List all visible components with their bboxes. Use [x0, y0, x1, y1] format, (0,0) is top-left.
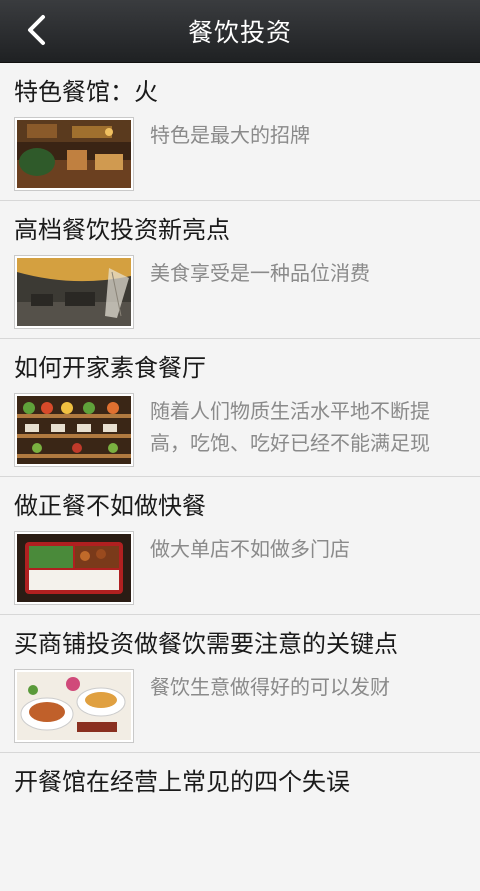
bento-box-image	[14, 531, 134, 605]
chevron-left-icon	[28, 15, 45, 45]
list-item[interactable]: 开餐馆在经营上常见的四个失误	[0, 753, 480, 891]
dishes-image	[14, 669, 134, 743]
article-summary: 美食享受是一种品位消费	[150, 261, 370, 285]
article-title: 开餐馆在经营上常见的四个失误	[14, 768, 350, 796]
back-button[interactable]	[18, 12, 54, 48]
list-item[interactable]: 做正餐不如做快餐 做大单店不如做多门店	[0, 477, 480, 615]
article-summary: 特色是最大的招牌	[150, 123, 310, 147]
top-bar: 餐饮投资	[0, 0, 480, 63]
list-item[interactable]: 高档餐饮投资新亮点 美食享受是一种品位消费	[0, 201, 480, 339]
list-item[interactable]: 买商铺投资做餐饮需要注意的关键点 餐饮生意做得好的可以发财	[0, 615, 480, 753]
page-title: 餐饮投资	[187, 18, 292, 47]
article-list: 特色餐馆：火 特色是最大的招牌 高档餐饮投资新亮点 美食享受是一种品位消费 如何…	[0, 63, 480, 891]
article-summary: 随着人们物质生活水平地不断提高，吃饱、吃好已经不能满足现	[150, 399, 430, 455]
article-title: 特色餐馆：火	[14, 78, 158, 106]
list-item[interactable]: 如何开家素食餐厅 随着人们物质生活水平地不断提高，吃饱、吃好已经不能满足现	[0, 339, 480, 477]
article-title: 买商铺投资做餐饮需要注意的关键点	[14, 630, 398, 658]
article-title: 做正餐不如做快餐	[14, 492, 206, 520]
article-summary: 餐饮生意做得好的可以发财	[150, 675, 390, 699]
article-summary: 做大单店不如做多门店	[150, 537, 350, 561]
lounge-image	[14, 255, 134, 329]
restaurant-interior-image	[14, 117, 134, 191]
list-item[interactable]: 特色餐馆：火 特色是最大的招牌	[0, 63, 480, 201]
article-title: 高档餐饮投资新亮点	[14, 216, 230, 244]
vegetable-shelf-image	[14, 393, 134, 467]
article-title: 如何开家素食餐厅	[14, 354, 206, 382]
